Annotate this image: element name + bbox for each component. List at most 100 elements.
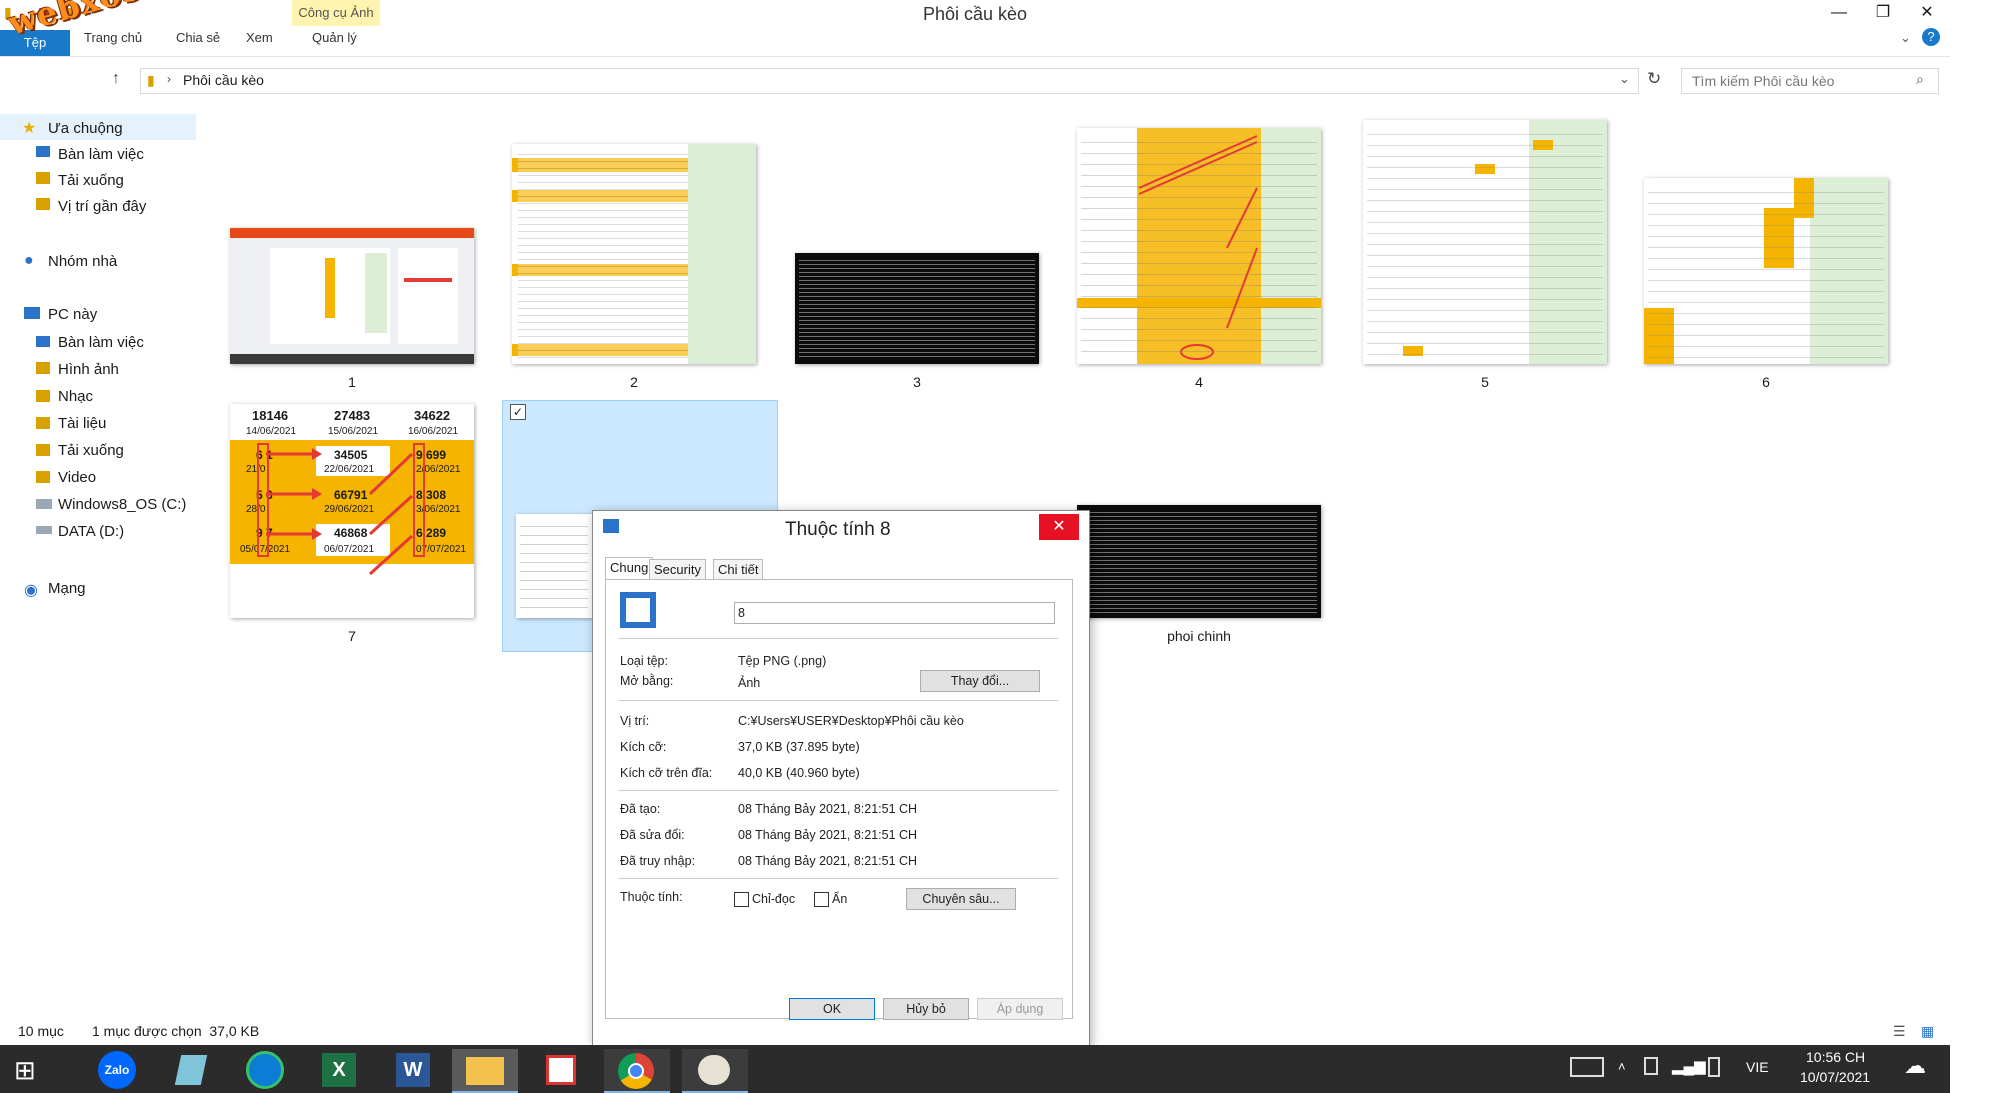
refresh-icon[interactable]: ↻ bbox=[1647, 69, 1661, 89]
location-label: Vị trí: bbox=[620, 714, 650, 728]
tab-home[interactable]: Trang chủ bbox=[84, 30, 142, 45]
dialog-close-button[interactable]: ✕ bbox=[1039, 514, 1079, 540]
breadcrumb[interactable]: Phôi cầu kèo bbox=[183, 72, 264, 88]
chrome-app[interactable] bbox=[604, 1049, 670, 1093]
accessed-value: 08 Tháng Bảy 2021, 8:21:51 CH bbox=[738, 854, 918, 868]
nav-favorites-downloads[interactable]: Tải xuống bbox=[58, 172, 124, 189]
hidden-checkbox[interactable] bbox=[814, 892, 829, 907]
thumb-rows bbox=[1367, 124, 1603, 360]
close-window-button[interactable]: ✕ bbox=[1905, 0, 1949, 26]
file-thumbnail-7[interactable]: 18146 27483 34622 14/06/2021 15/06/2021 … bbox=[230, 404, 474, 618]
apply-button[interactable]: Áp dụng bbox=[977, 998, 1063, 1020]
size-on-disk-label: Kích cỡ trên đĩa: bbox=[620, 766, 713, 780]
details-view-icon[interactable]: ☰ bbox=[1893, 1023, 1906, 1040]
search-icon[interactable]: ⌕ bbox=[1916, 71, 1924, 88]
thumb-taskbar bbox=[230, 354, 474, 364]
address-dropdown-icon[interactable]: ⌄ bbox=[1619, 71, 1630, 87]
show-hidden-icons-icon[interactable]: ˄ bbox=[1618, 1059, 1626, 1074]
downloads-icon bbox=[36, 444, 50, 456]
language-indicator[interactable]: VIE bbox=[1746, 1059, 1769, 1075]
file-thumbnail-5[interactable] bbox=[1363, 120, 1607, 364]
clock-date[interactable]: 10/07/2021 bbox=[1800, 1069, 1870, 1085]
nav-pc-videos[interactable]: Video bbox=[58, 469, 96, 486]
address-bar[interactable]: ▮ › Phôi cầu kèo ⌄ bbox=[140, 68, 1639, 94]
chevron-right-icon[interactable]: › bbox=[167, 72, 171, 86]
nav-favorites-desktop[interactable]: Bàn làm việc bbox=[58, 146, 144, 163]
file-label-1[interactable]: 1 bbox=[232, 374, 472, 390]
item-checkbox[interactable]: ✓ bbox=[510, 404, 526, 420]
help-icon[interactable]: ? bbox=[1922, 28, 1940, 46]
readonly-checkbox[interactable] bbox=[734, 892, 749, 907]
nav-this-pc[interactable]: PC này bbox=[48, 306, 97, 323]
clock-time[interactable]: 10:56 CH bbox=[1806, 1049, 1865, 1065]
hidden-label[interactable]: Ẩn bbox=[832, 892, 847, 906]
notepad-app[interactable] bbox=[166, 1049, 218, 1091]
search-box[interactable]: Tìm kiếm Phôi cầu kèo ⌕ bbox=[1681, 68, 1939, 94]
edge-app[interactable] bbox=[240, 1049, 292, 1091]
file-thumbnail-3[interactable] bbox=[795, 253, 1039, 364]
nav-pc-downloads[interactable]: Tải xuống bbox=[58, 442, 124, 459]
advanced-button[interactable]: Chuyên sâu... bbox=[906, 888, 1016, 910]
nav-pc-drive-d[interactable]: DATA (D:) bbox=[58, 523, 124, 540]
nav-network[interactable]: Mạng bbox=[48, 580, 86, 597]
file-label-5[interactable]: 5 bbox=[1365, 374, 1605, 390]
battery-icon[interactable] bbox=[1708, 1057, 1720, 1077]
file-thumbnail-8[interactable] bbox=[516, 514, 592, 618]
tab-general[interactable]: Chung bbox=[605, 557, 654, 580]
minimize-button[interactable]: — bbox=[1817, 0, 1861, 26]
file-label-phoi-chinh[interactable]: phoi chinh bbox=[1079, 628, 1319, 644]
file-thumbnail-2[interactable] bbox=[512, 144, 756, 364]
snipping-icon bbox=[546, 1055, 576, 1085]
file-thumbnail-4[interactable] bbox=[1077, 128, 1321, 364]
up-arrow-icon[interactable]: ↑ bbox=[112, 70, 120, 88]
snipping-app[interactable] bbox=[536, 1049, 588, 1091]
file-thumbnail-phoi-chinh[interactable] bbox=[1077, 505, 1321, 618]
tab-view[interactable]: Xem bbox=[246, 30, 273, 45]
ribbon-expand-icon[interactable]: ⌄ bbox=[1900, 30, 1911, 46]
tab-share[interactable]: Chia sẻ bbox=[176, 30, 220, 45]
filename-input[interactable]: 8 bbox=[734, 602, 1055, 624]
tab-details[interactable]: Chi tiết bbox=[713, 559, 764, 580]
paint-app[interactable] bbox=[682, 1049, 748, 1093]
maximize-button[interactable]: ❐ bbox=[1861, 0, 1905, 26]
change-button[interactable]: Thay đổi... bbox=[920, 670, 1040, 692]
tab-manage[interactable]: Quản lý bbox=[312, 30, 357, 45]
file-thumbnail-1[interactable] bbox=[230, 228, 474, 364]
large-icons-view-icon[interactable]: ▦ bbox=[1921, 1023, 1934, 1040]
nav-pc-drive-c[interactable]: Windows8_OS (C:) bbox=[58, 496, 186, 513]
size-on-disk-value: 40,0 KB (40.960 byte) bbox=[738, 766, 860, 780]
nav-pc-pictures[interactable]: Hình ảnh bbox=[58, 361, 119, 378]
readonly-label[interactable]: Chỉ-đọc bbox=[752, 892, 795, 906]
file-thumbnail-6[interactable] bbox=[1644, 178, 1888, 364]
nav-favorites-recent[interactable]: Vị trí gần đây bbox=[58, 198, 146, 215]
file-label-3[interactable]: 3 bbox=[797, 374, 1037, 390]
zalo-app[interactable]: Zalo bbox=[92, 1049, 144, 1091]
zalo-icon: Zalo bbox=[98, 1051, 136, 1089]
nav-homegroup[interactable]: Nhóm nhà bbox=[48, 253, 117, 270]
nav-favorites[interactable]: Ưa chuộng bbox=[48, 120, 123, 137]
cancel-button[interactable]: Hủy bỏ bbox=[883, 998, 969, 1020]
file-label-4[interactable]: 4 bbox=[1079, 374, 1319, 390]
nav-pc-desktop[interactable]: Bàn làm việc bbox=[58, 334, 144, 351]
file-label-6[interactable]: 6 bbox=[1646, 374, 1886, 390]
search-input[interactable]: Tìm kiếm Phôi cầu kèo bbox=[1692, 73, 1834, 89]
weather-icon[interactable]: ☁ bbox=[1904, 1053, 1926, 1079]
size-label: Kích cỡ: bbox=[620, 740, 667, 754]
tab-security[interactable]: Security bbox=[649, 559, 706, 580]
word-app[interactable]: W bbox=[388, 1049, 440, 1091]
excel-app[interactable]: X bbox=[314, 1049, 366, 1091]
contextual-tab-group: Công cụ Ảnh bbox=[292, 0, 380, 26]
nav-pc-music[interactable]: Nhạc bbox=[58, 388, 93, 405]
network-signal-icon[interactable]: ▂▄▆ bbox=[1672, 1057, 1706, 1075]
start-windows-icon[interactable]: ⊞ bbox=[14, 1055, 36, 1086]
ok-button[interactable]: OK bbox=[789, 998, 875, 1020]
file-label-7[interactable]: 7 bbox=[232, 628, 472, 644]
image-file-large-icon bbox=[620, 592, 656, 628]
file-explorer-app[interactable] bbox=[452, 1049, 518, 1093]
nav-pc-documents[interactable]: Tài liệu bbox=[58, 415, 106, 432]
edge-icon bbox=[246, 1051, 284, 1089]
recent-places-icon bbox=[36, 198, 50, 210]
keyboard-icon[interactable] bbox=[1570, 1057, 1604, 1077]
notes-icon[interactable] bbox=[1644, 1057, 1658, 1075]
file-label-2[interactable]: 2 bbox=[514, 374, 754, 390]
